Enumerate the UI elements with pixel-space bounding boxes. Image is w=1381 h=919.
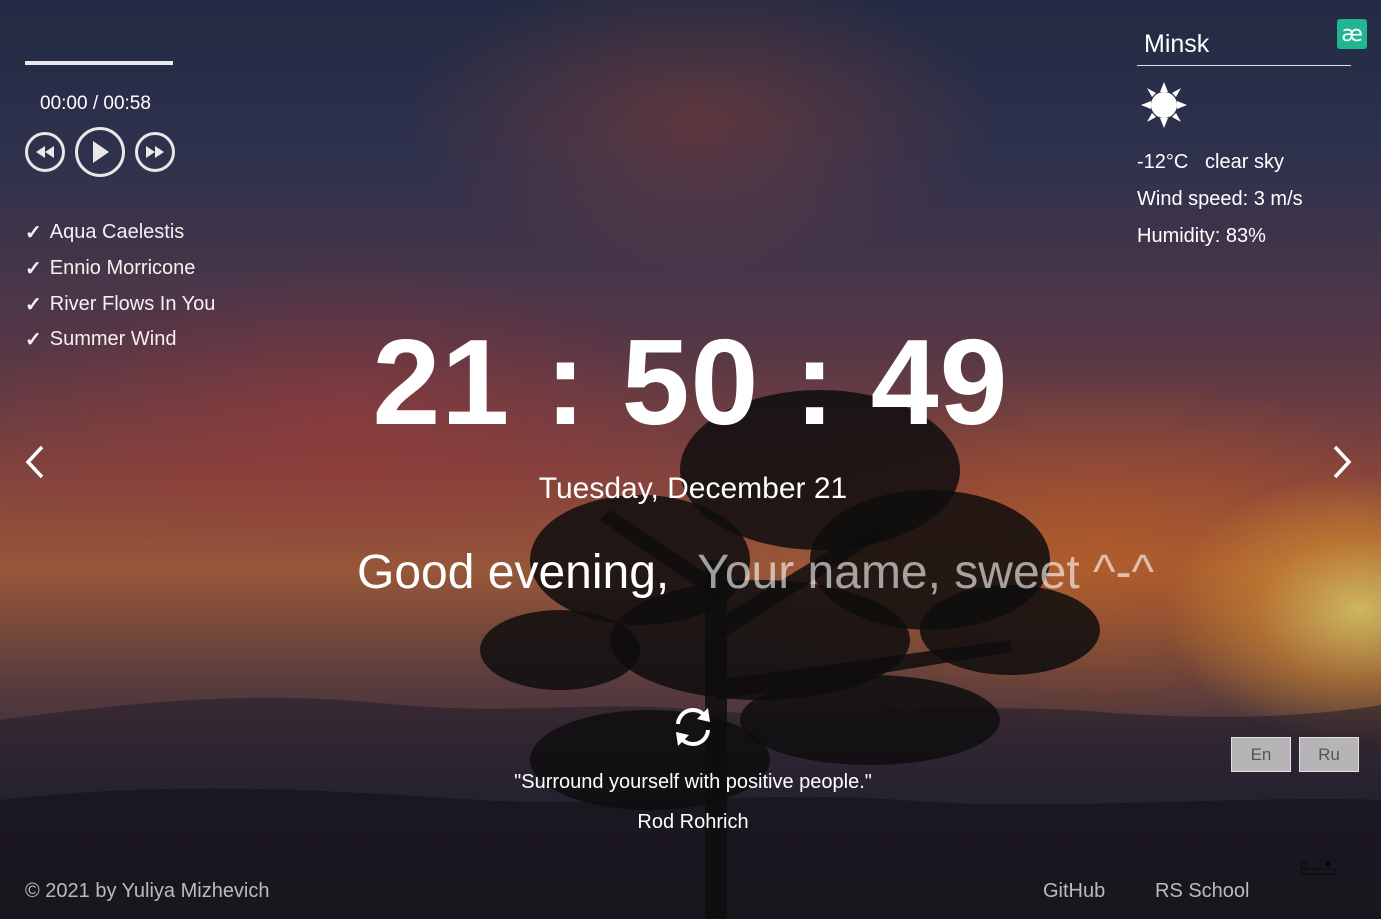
name-input[interactable]	[697, 545, 1178, 600]
weather-summary: -12°C clear sky	[1137, 151, 1284, 174]
quote-text: "Surround yourself with positive people.…	[514, 771, 872, 793]
track-title: Aqua Caelestis	[49, 221, 185, 244]
sun-icon	[1141, 82, 1187, 128]
next-track-button[interactable]	[135, 132, 175, 172]
player-progress-bar[interactable]	[25, 61, 173, 65]
audio-player: 00:00 / 00:58	[25, 61, 225, 177]
temperature: -12°C	[1137, 151, 1189, 173]
clock-date: Tuesday, December 21	[538, 472, 848, 505]
weather-widget: Minsk -12°C clear sky Wind speed: 3 m/s …	[1137, 25, 1351, 247]
greeting: Good evening,	[357, 545, 1178, 600]
change-quote-button[interactable]	[670, 704, 716, 750]
greeting-text: Good evening,	[357, 546, 670, 599]
player-controls	[25, 127, 175, 177]
play-icon	[93, 141, 109, 163]
lang-en-button[interactable]: En	[1231, 737, 1291, 772]
rs-school-logo[interactable]	[1300, 860, 1336, 876]
check-icon: ✓	[25, 222, 42, 245]
playlist-item[interactable]: ✓ Aqua Caelestis	[25, 215, 215, 251]
player-time: 00:00 / 00:58	[40, 93, 151, 114]
prev-track-button[interactable]	[25, 132, 65, 172]
check-icon: ✓	[25, 293, 42, 316]
track-title: Ennio Morricone	[49, 257, 196, 280]
humidity: Humidity: 83%	[1137, 225, 1266, 247]
clock-time: 21 : 50 : 49	[372, 314, 1009, 450]
github-link[interactable]: GitHub	[1043, 880, 1105, 903]
rs-school-link[interactable]: RS School	[1155, 880, 1250, 903]
copyright: © 2021 by Yuliya Mizhevich	[25, 880, 270, 902]
playlist-item[interactable]: ✓ River Flows In You	[25, 286, 215, 322]
wind-speed: Wind speed: 3 m/s	[1137, 188, 1303, 210]
check-icon: ✓	[25, 258, 42, 281]
playlist-item[interactable]: ✓ Ennio Morricone	[25, 251, 215, 287]
track-title: River Flows In You	[49, 292, 216, 315]
weather-description: clear sky	[1205, 151, 1284, 173]
quote-author: Rod Rohrich	[637, 811, 749, 833]
city-input[interactable]: Minsk	[1137, 25, 1351, 66]
fast-forward-icon	[146, 146, 164, 158]
refresh-icon	[676, 708, 710, 746]
rewind-icon	[36, 146, 54, 158]
lang-ru-button[interactable]: Ru	[1299, 737, 1359, 772]
play-button[interactable]	[75, 127, 125, 177]
extension-badge[interactable]: æ	[1337, 19, 1367, 49]
